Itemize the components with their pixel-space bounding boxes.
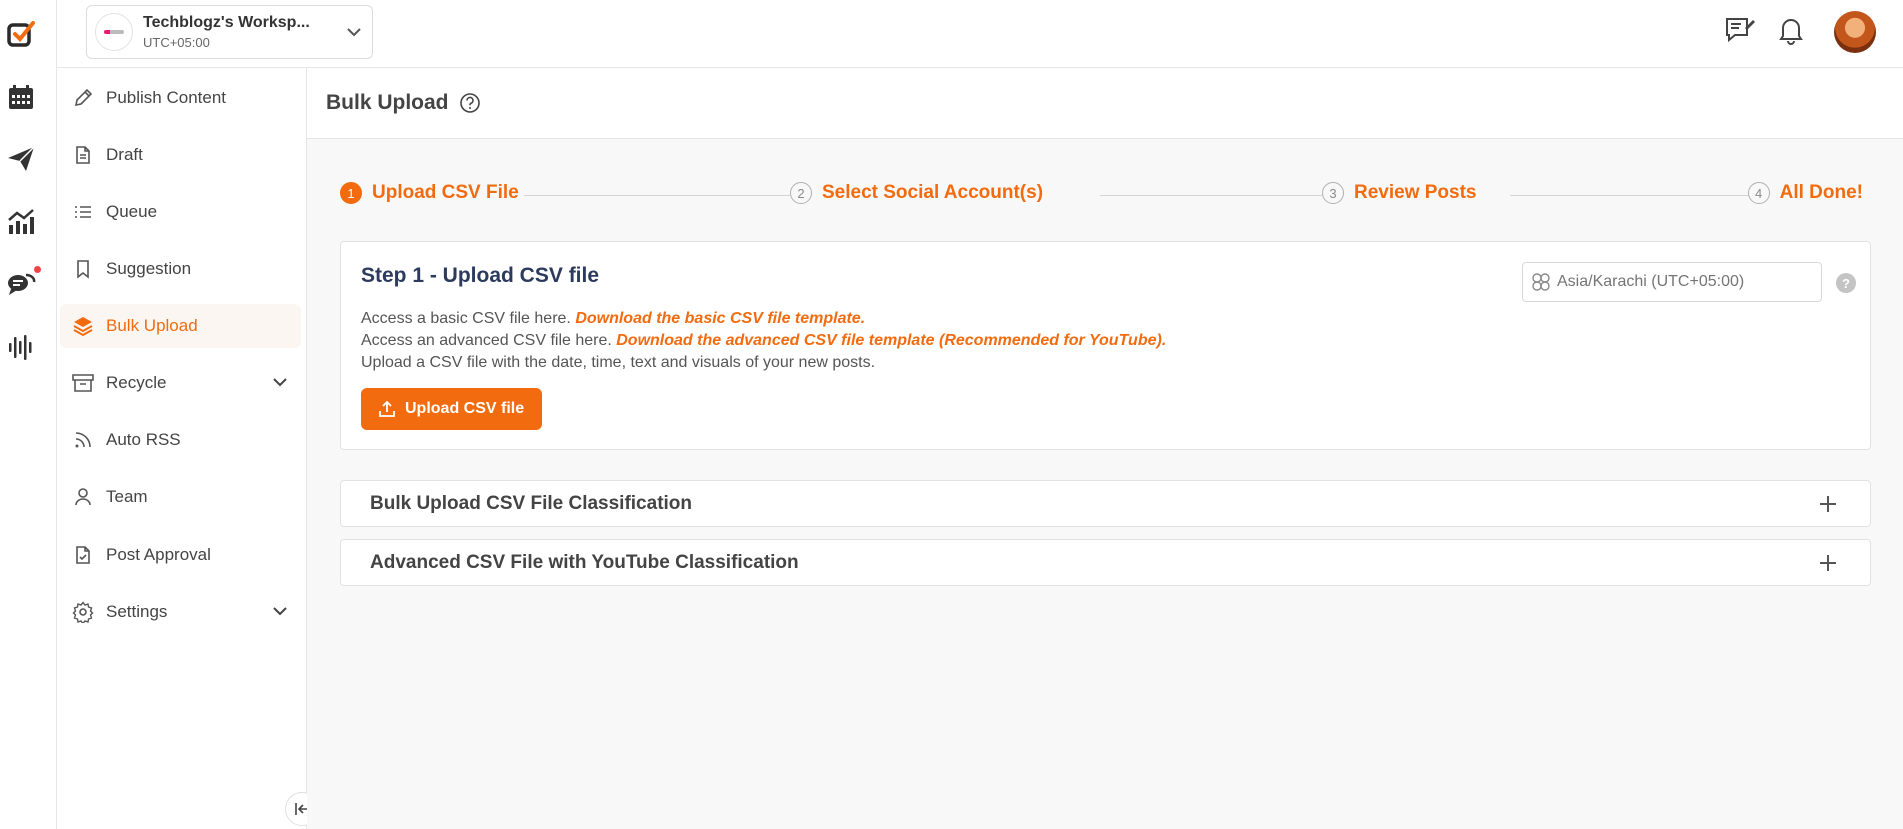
accordion-bulk-upload-classification[interactable]: Bulk Upload CSV File Classification	[340, 480, 1871, 527]
file-check-icon	[76, 546, 90, 564]
sidebar-item-label: Post Approval	[106, 545, 211, 564]
sidebar-item-label: Draft	[106, 145, 143, 164]
sidebar-item-queue[interactable]: Queue	[60, 190, 301, 234]
workspace-name: Techblogz's Worksp...	[143, 14, 310, 31]
step-upload-csv[interactable]: 1 Upload CSV File	[340, 182, 519, 204]
step-connector	[1100, 195, 1330, 196]
waveform-icon	[9, 335, 32, 360]
layers-icon	[73, 317, 93, 337]
publish-nav[interactable]	[0, 142, 42, 176]
user-avatar[interactable]	[1834, 11, 1876, 53]
timezone-help-icon[interactable]: ?	[1836, 273, 1856, 293]
icon-rail	[0, 0, 57, 829]
download-basic-template-link[interactable]: Download the basic CSV file template.	[575, 310, 865, 327]
timezone-input[interactable]	[1557, 273, 1797, 291]
sidebar-item-label: Settings	[106, 602, 168, 621]
sidebar-item-bulk-upload[interactable]: Bulk Upload	[60, 304, 301, 348]
sidebar-item-team[interactable]: Team	[60, 475, 301, 519]
step-review-posts[interactable]: 3 Review Posts	[1322, 182, 1477, 204]
sidebar-item-publish-content[interactable]: Publish Content	[60, 76, 301, 120]
step-connector	[524, 195, 794, 196]
paper-plane-icon	[8, 146, 35, 171]
upload-step-card: Step 1 - Upload CSV file Access a basic …	[340, 241, 1871, 450]
page-title: Bulk Upload	[326, 91, 449, 114]
step-label: All Done!	[1779, 182, 1863, 203]
sidebar-item-label: Recycle	[106, 373, 167, 392]
accordion-label: Advanced CSV File with YouTube Classific…	[370, 551, 799, 573]
timezone-select[interactable]	[1522, 262, 1822, 302]
app-logo[interactable]	[0, 14, 42, 54]
workspace-timezone: UTC+05:00	[143, 35, 210, 50]
calendar-nav[interactable]	[0, 80, 42, 114]
analytics-icon	[8, 209, 34, 234]
sidebar-item-label: Team	[106, 487, 148, 506]
archive-icon	[72, 374, 94, 392]
card-instructions: Access a basic CSV file here. Download t…	[361, 308, 1166, 374]
main-content: Bulk Upload 1 Upload CSV File 2 Select S…	[307, 68, 1903, 829]
bell-icon	[1779, 19, 1803, 45]
step-label: Upload CSV File	[372, 182, 519, 203]
rss-icon	[75, 432, 91, 448]
upload-icon	[379, 400, 395, 417]
document-icon	[76, 146, 90, 164]
top-header: Techblogz's Worksp... UTC+05:00	[57, 0, 1903, 68]
progress-stepper: 1 Upload CSV File 2 Select Social Accoun…	[340, 182, 1863, 208]
sidebar-item-auto-rss[interactable]: Auto RSS	[60, 418, 301, 462]
analytics-nav[interactable]	[0, 204, 42, 238]
chat-icon	[8, 273, 36, 295]
pen-icon	[74, 88, 93, 107]
message-edit-icon	[1726, 18, 1755, 43]
page-header: Bulk Upload	[307, 68, 1903, 139]
chevron-down-icon	[347, 28, 361, 37]
step-select-accounts[interactable]: 2 Select Social Account(s)	[790, 182, 1044, 204]
audio-nav[interactable]	[0, 330, 42, 364]
basic-csv-text: Access a basic CSV file here.	[361, 310, 576, 327]
notification-dot	[34, 266, 41, 273]
advanced-csv-text: Access an advanced CSV file here.	[361, 332, 617, 349]
sidebar-item-label: Bulk Upload	[106, 316, 198, 335]
upload-button-label: Upload CSV file	[405, 400, 525, 417]
step-number: 2	[790, 182, 812, 204]
sidebar-item-label: Queue	[106, 202, 158, 221]
plus-icon[interactable]	[1818, 553, 1838, 573]
accordion-label: Bulk Upload CSV File Classification	[370, 492, 693, 514]
plus-icon[interactable]	[1818, 494, 1838, 514]
list-icon	[75, 206, 91, 218]
step-label: Review Posts	[1354, 182, 1477, 203]
feedback-button[interactable]	[1723, 14, 1757, 51]
calendar-icon	[9, 85, 33, 109]
app-logo-icon	[7, 21, 35, 47]
upload-csv-button[interactable]: Upload CSV file	[361, 388, 543, 430]
chevron-down-icon[interactable]	[271, 373, 289, 391]
sidebar-item-label: Auto RSS	[106, 430, 181, 449]
notifications-button[interactable]	[1775, 14, 1807, 51]
globe-icon	[1532, 273, 1550, 291]
user-icon	[75, 488, 91, 506]
bookmark-icon	[77, 260, 89, 279]
step-number: 1	[340, 182, 362, 204]
gear-icon	[72, 601, 94, 623]
card-title: Step 1 - Upload CSV file	[361, 264, 600, 287]
sidebar-item-recycle[interactable]: Recycle	[60, 361, 301, 405]
sidebar-item-label: Suggestion	[106, 259, 192, 278]
step-label: Select Social Account(s)	[822, 182, 1044, 203]
workspace-logo	[95, 13, 133, 51]
sidebar: Publish Content Draft Queue Suggestion B…	[57, 68, 319, 829]
sidebar-item-post-approval[interactable]: Post Approval	[60, 533, 301, 577]
download-advanced-template-link[interactable]: Download the advanced CSV file template …	[616, 332, 1166, 349]
step-number: 3	[1322, 182, 1344, 204]
chevron-down-icon[interactable]	[271, 602, 289, 620]
accordion-youtube-classification[interactable]: Advanced CSV File with YouTube Classific…	[340, 539, 1871, 586]
sidebar-item-settings[interactable]: Settings	[60, 590, 301, 634]
upload-instruction: Upload a CSV file with the date, time, t…	[361, 354, 876, 371]
help-circle-icon[interactable]	[459, 92, 481, 114]
step-number: 4	[1747, 182, 1770, 204]
sidebar-item-draft[interactable]: Draft	[60, 133, 301, 177]
step-all-done[interactable]: 4 All Done!	[1747, 182, 1863, 204]
sidebar-item-suggestion[interactable]: Suggestion	[60, 247, 301, 291]
inbox-nav[interactable]	[0, 266, 42, 300]
workspace-switcher[interactable]: Techblogz's Worksp... UTC+05:00	[86, 5, 373, 59]
sidebar-item-label: Publish Content	[106, 88, 227, 107]
step-connector	[1510, 195, 1750, 196]
